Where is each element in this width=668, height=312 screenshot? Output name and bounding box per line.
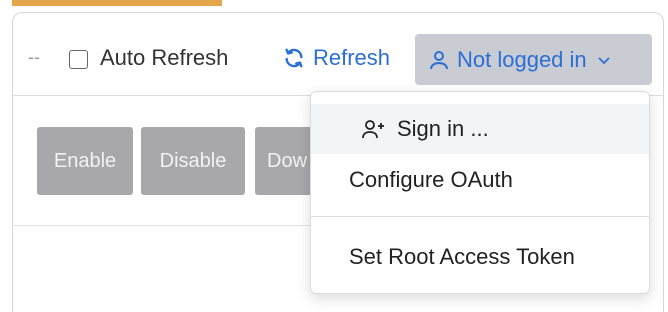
auto-refresh-checkbox[interactable]	[69, 50, 88, 69]
chevron-down-icon	[598, 56, 610, 64]
enable-label: Enable	[53, 149, 117, 172]
login-dropdown-menu: Sign in ... Configure OAuth Set Root Acc…	[310, 91, 650, 294]
content-divider	[12, 225, 312, 226]
toolbar-dash: --	[28, 47, 40, 67]
disable-button[interactable]: Disable	[141, 127, 245, 195]
refresh-label: Refresh	[313, 45, 391, 70]
menu-item-set-root-token[interactable]: Set Root Access Token	[311, 232, 649, 282]
menu-item-label: Set Root Access Token	[349, 244, 575, 269]
menu-divider	[311, 216, 649, 217]
login-dropdown-button[interactable]: Not logged in	[415, 34, 652, 85]
user-icon	[430, 50, 448, 69]
user-plus-icon	[362, 120, 384, 139]
enable-button[interactable]: Enable	[37, 127, 133, 195]
menu-item-label: Configure OAuth	[349, 167, 513, 192]
header-accent-bar	[12, 0, 222, 6]
menu-item-configure-oauth[interactable]: Configure OAuth	[311, 156, 649, 204]
refresh-button[interactable]: Refresh	[283, 45, 390, 71]
menu-item-label: Sign in ...	[397, 116, 489, 141]
login-label: Not logged in	[457, 46, 587, 72]
menu-item-sign-in[interactable]: Sign in ...	[311, 104, 649, 154]
disable-label: Disable	[159, 149, 227, 172]
refresh-icon	[285, 48, 303, 68]
auto-refresh-label[interactable]: Auto Refresh	[100, 45, 228, 71]
download-label: Dow	[267, 149, 308, 172]
